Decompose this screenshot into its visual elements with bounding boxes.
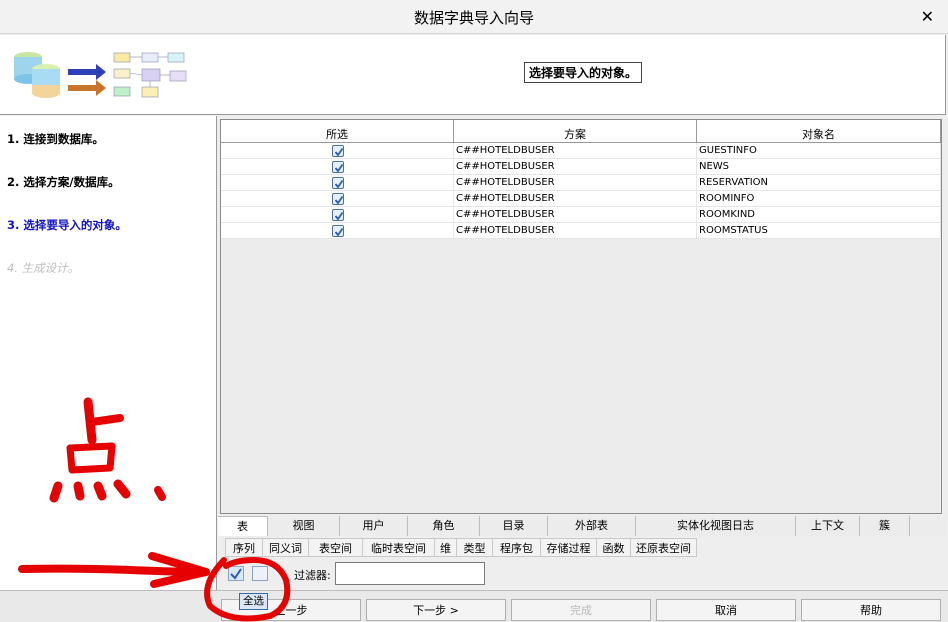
- select-all-tooltip: 全选: [239, 593, 268, 610]
- tab-7[interactable]: 上下文: [796, 516, 860, 536]
- schema-cell: C##HOTELDBUSER: [454, 191, 697, 207]
- subtab-9[interactable]: 还原表空间: [631, 538, 697, 557]
- schema-cell: C##HOTELDBUSER: [454, 159, 697, 175]
- filter-label: 过滤器:: [294, 569, 331, 582]
- wizard-header: 选择要导入的对象。: [0, 35, 946, 115]
- table-row[interactable]: C##HOTELDBUSER ROOMINFO: [221, 191, 941, 207]
- subtab-1[interactable]: 同义词: [263, 538, 309, 557]
- tab-8[interactable]: 簇: [860, 516, 910, 536]
- import-illustration: [14, 52, 187, 98]
- step-generate-design: 4. 生成设计。: [7, 261, 80, 275]
- row-checkbox[interactable]: [332, 145, 344, 157]
- selected-cell: [221, 159, 454, 175]
- column-header-object[interactable]: 对象名: [697, 120, 941, 142]
- subtab-3[interactable]: 临时表空间: [363, 538, 435, 557]
- check-icon: [334, 195, 344, 205]
- help-button[interactable]: 帮助: [801, 599, 941, 621]
- subtab-5[interactable]: 类型: [457, 538, 493, 557]
- table-row[interactable]: C##HOTELDBUSER ROOMSTATUS: [221, 223, 941, 239]
- tab-5[interactable]: 外部表: [548, 516, 636, 536]
- button-bar: 上一步 下一步 > 完成 取消 帮助: [0, 590, 948, 622]
- selected-cell: [221, 175, 454, 191]
- object-type-tabs: 表视图 用户 角色 目录 外部表 实体化视图日志 上下文簇: [218, 516, 946, 536]
- window-title: 数据字典导入向导: [413, 9, 534, 27]
- page-title: 选择要导入的对象。: [524, 62, 643, 83]
- title-bar: 数据字典导入向导 ✕: [0, 0, 948, 34]
- schema-cell: C##HOTELDBUSER: [454, 143, 697, 159]
- schema-cell: C##HOTELDBUSER: [454, 175, 697, 191]
- step-select-objects: 3. 选择要导入的对象。: [7, 218, 127, 232]
- subtab-2[interactable]: 表空间: [309, 538, 363, 557]
- subtab-6[interactable]: 程序包: [493, 538, 541, 557]
- table-row[interactable]: C##HOTELDBUSER RESERVATION: [221, 175, 941, 191]
- row-checkbox[interactable]: [332, 193, 344, 205]
- schema-cell: C##HOTELDBUSER: [454, 207, 697, 223]
- arrow-right-icon: [68, 64, 106, 96]
- check-icon: [334, 163, 344, 173]
- step-select-schema: 2. 选择方案/数据库。: [7, 175, 120, 189]
- object-name-cell: NEWS: [697, 159, 941, 175]
- check-icon: [334, 211, 344, 221]
- selected-cell: [221, 207, 454, 223]
- filter-row: 过滤器:: [226, 562, 526, 585]
- close-icon[interactable]: ✕: [921, 7, 934, 26]
- filter-input[interactable]: [335, 562, 485, 585]
- object-name-cell: RESERVATION: [697, 175, 941, 191]
- table-row[interactable]: C##HOTELDBUSER GUESTINFO: [221, 143, 941, 159]
- database-icon: [14, 52, 60, 98]
- finish-button[interactable]: 完成: [511, 599, 651, 621]
- selected-cell: [221, 223, 454, 239]
- column-header-selected[interactable]: 所选: [221, 120, 454, 142]
- check-icon: [334, 179, 344, 189]
- select-all-button[interactable]: [228, 566, 244, 581]
- steps-panel: 1. 连接到数据库。 2. 选择方案/数据库。 3. 选择要导入的对象。 4. …: [0, 116, 217, 590]
- objects-table: 所选 方案 对象名 C##HOTELDBUSER GUESTINFO C##HOTE…: [220, 119, 942, 514]
- tab-6[interactable]: 实体化视图日志: [636, 516, 796, 536]
- tab-2[interactable]: 用户: [340, 516, 408, 536]
- cancel-button[interactable]: 取消: [656, 599, 796, 621]
- selected-cell: [221, 143, 454, 159]
- tab-0[interactable]: 表: [218, 516, 268, 536]
- object-name-cell: GUESTINFO: [697, 143, 941, 159]
- next-button[interactable]: 下一步 >: [366, 599, 506, 621]
- tab-4[interactable]: 目录: [480, 516, 548, 536]
- row-checkbox[interactable]: [332, 161, 344, 173]
- table-row[interactable]: C##HOTELDBUSER NEWS: [221, 159, 941, 175]
- subtab-7[interactable]: 存储过程: [541, 538, 597, 557]
- column-header-schema[interactable]: 方案: [454, 120, 697, 142]
- subtab-8[interactable]: 函数: [597, 538, 631, 557]
- selected-cell: [221, 191, 454, 207]
- step-connect: 1. 连接到数据库。: [7, 132, 104, 146]
- schema-cell: C##HOTELDBUSER: [454, 223, 697, 239]
- table-row[interactable]: C##HOTELDBUSER ROOMKIND: [221, 207, 941, 223]
- diagram-icon: [113, 52, 187, 98]
- deselect-all-button[interactable]: [252, 566, 268, 581]
- check-icon: [334, 227, 344, 237]
- table-header: 所选 方案 对象名: [221, 120, 941, 143]
- subtab-4[interactable]: 维: [435, 538, 457, 557]
- row-checkbox[interactable]: [332, 225, 344, 237]
- object-name-cell: ROOMINFO: [697, 191, 941, 207]
- check-icon: [334, 147, 344, 157]
- subtab-0[interactable]: 序列: [225, 538, 263, 557]
- object-name-cell: ROOMSTATUS: [697, 223, 941, 239]
- tab-3[interactable]: 角色: [408, 516, 480, 536]
- check-icon: [230, 568, 242, 580]
- tab-1[interactable]: 视图: [268, 516, 340, 536]
- row-checkbox[interactable]: [332, 209, 344, 221]
- row-checkbox[interactable]: [332, 177, 344, 189]
- object-name-cell: ROOMKIND: [697, 207, 941, 223]
